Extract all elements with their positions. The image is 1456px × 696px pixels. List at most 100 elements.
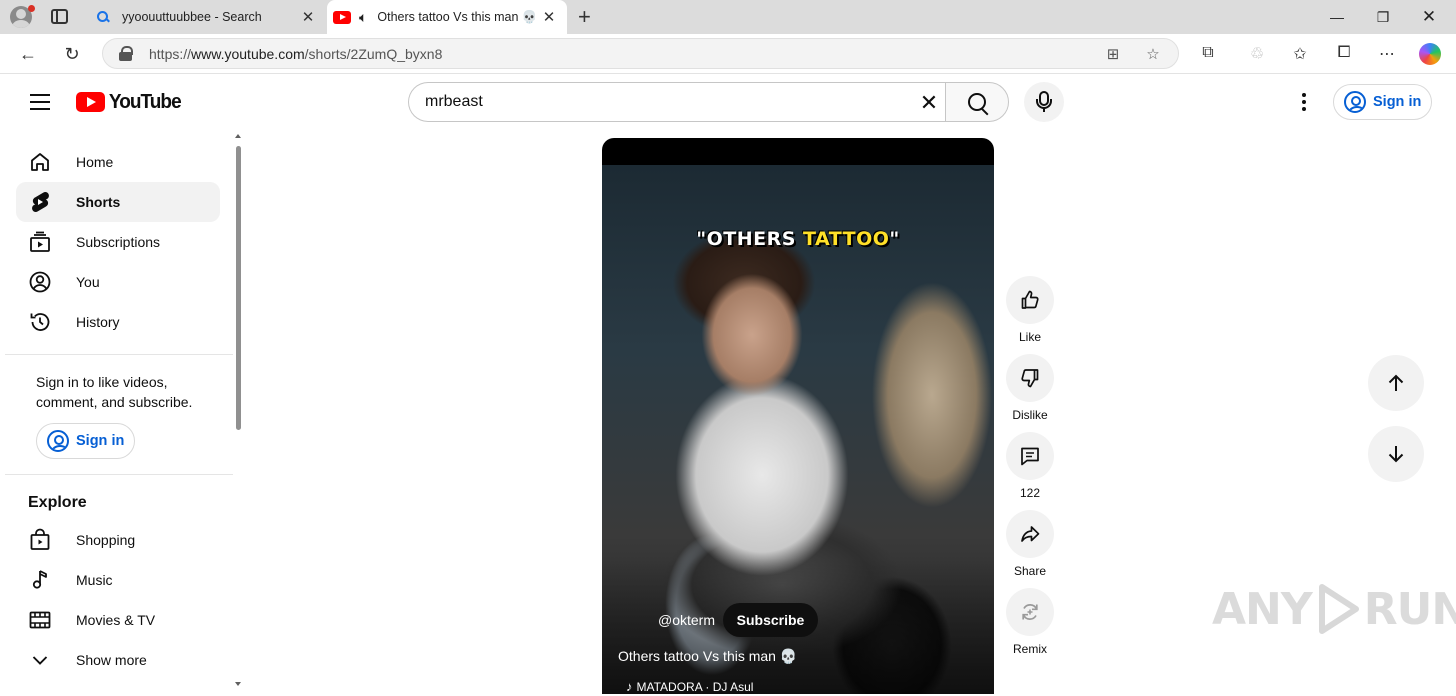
voice-search-button[interactable] <box>1024 82 1064 122</box>
search-input[interactable] <box>425 91 905 113</box>
scroll-up-arrow-icon[interactable] <box>235 134 241 138</box>
app-available-icon[interactable]: ⊞ <box>1103 45 1123 65</box>
sidebar-item-shopping[interactable]: Shopping <box>16 520 220 560</box>
minimize-icon[interactable]: — <box>1314 0 1360 34</box>
search-bar: ✕ <box>408 82 1009 122</box>
youtube-logo[interactable]: YouTube <box>76 90 183 114</box>
music-label: MATADORA · DJ Asul <box>636 679 754 694</box>
account-icon <box>47 430 69 452</box>
sidebar-item-label: You <box>76 274 100 290</box>
notification-dot <box>28 5 35 12</box>
header-sign-in-button[interactable]: Sign in <box>1333 84 1432 120</box>
sidebar-divider <box>5 354 233 355</box>
music-note-icon: ♪ <box>626 679 633 694</box>
sign-in-label: Sign in <box>76 433 125 449</box>
close-window-icon[interactable]: ✕ <box>1406 0 1452 34</box>
tab-close-icon[interactable]: ✕ <box>296 8 320 26</box>
settings-more-icon[interactable]: ⋯ <box>1376 44 1398 66</box>
channel-handle[interactable]: @okterm <box>658 612 715 628</box>
sidebar-divider <box>5 474 233 475</box>
tab-actions-icon[interactable] <box>51 9 68 24</box>
search-box[interactable]: ✕ <box>408 82 945 122</box>
copilot-icon[interactable] <box>1419 43 1441 65</box>
browser-essentials-icon[interactable]: ♲ <box>1246 44 1268 66</box>
sidebar-item-label: Home <box>76 154 114 170</box>
clear-search-icon[interactable]: ✕ <box>915 89 943 117</box>
share-label: Share <box>1013 564 1047 578</box>
watermark-text-right: RUN <box>1363 583 1456 635</box>
speaker-icon[interactable]: 🔈︎ <box>359 9 367 26</box>
tab-title: Others tattoo Vs this man 💀 <box>377 9 537 24</box>
account-icon <box>1344 91 1366 113</box>
url-text[interactable]: https://www.youtube.com/shorts/2ZumQ_byx… <box>149 46 442 62</box>
youtube-favicon-icon <box>333 10 351 24</box>
short-title[interactable]: Others tattoo Vs this man 💀 <box>618 648 797 665</box>
movies-icon <box>28 608 52 632</box>
sidebar-sign-in-button[interactable]: Sign in <box>36 423 135 459</box>
next-short-button[interactable] <box>1368 426 1424 482</box>
reload-icon[interactable]: ↻ <box>58 40 86 68</box>
more-options-icon[interactable] <box>1292 90 1316 114</box>
subscribe-button[interactable]: Subscribe <box>723 603 818 637</box>
share-arrow-icon <box>1021 526 1040 542</box>
tab-title: yyoouuttuubbee - Search <box>122 10 262 24</box>
scroll-down-arrow-icon[interactable] <box>235 682 241 686</box>
address-bar[interactable]: https://www.youtube.com/shorts/2ZumQ_byx… <box>102 38 1179 69</box>
watermark-play-icon <box>1318 584 1359 634</box>
sidebar-item-movies-tv[interactable]: Movies & TV <box>16 600 220 640</box>
restore-icon[interactable]: ❐ <box>1360 0 1406 34</box>
history-icon <box>28 310 52 334</box>
music-link[interactable]: ♪ MATADORA · DJ Asul <box>626 679 753 694</box>
sign-in-prompt: Sign in to like videos, comment, and sub… <box>36 374 193 410</box>
sidebar-item-shorts[interactable]: Shorts <box>16 182 220 222</box>
caption-highlight: TATTOO <box>803 228 890 250</box>
sidebar-item-subscriptions[interactable]: Subscriptions <box>16 222 220 262</box>
back-icon[interactable]: ← <box>14 40 42 68</box>
microphone-stand <box>1036 99 1052 112</box>
like-button[interactable] <box>1006 276 1054 324</box>
search-icon <box>967 92 989 114</box>
url-host: www.youtube.com <box>191 46 305 62</box>
shorts-player[interactable]: "OTHERS TATTOO" @okterm Subscribe Others… <box>602 138 994 694</box>
lock-icon[interactable] <box>119 46 133 61</box>
subscriptions-icon <box>28 230 52 254</box>
youtube-play-logo-icon <box>76 92 105 112</box>
collections-icon[interactable]: ⧠ <box>1333 44 1355 66</box>
youtube-header: YouTube ✕ Sign in <box>0 74 1456 130</box>
sidebar-scrollbar[interactable] <box>236 146 241 430</box>
favorites-icon[interactable]: ✩ <box>1289 44 1311 66</box>
music-icon <box>28 568 52 592</box>
sidebar-item-show-more[interactable]: Show more <box>16 640 220 680</box>
comment-count: 122 <box>1019 486 1041 500</box>
favorite-star-icon[interactable]: ☆ <box>1143 45 1163 65</box>
new-tab-icon[interactable]: + <box>578 4 591 30</box>
sidebar-item-label: Show more <box>76 652 147 668</box>
sidebar-item-music[interactable]: Music <box>16 560 220 600</box>
menu-icon[interactable] <box>30 94 50 110</box>
chevron-down-icon <box>28 648 52 672</box>
sign-in-label: Sign in <box>1373 94 1422 110</box>
sidebar: Home Shorts Subscriptions You History Si… <box>0 130 244 696</box>
search-button[interactable] <box>945 82 1009 122</box>
comments-button[interactable] <box>1006 432 1054 480</box>
sidebar-item-you[interactable]: You <box>16 262 220 302</box>
share-button[interactable] <box>1006 510 1054 558</box>
remix-button[interactable] <box>1006 588 1054 636</box>
sidebar-item-history[interactable]: History <box>16 302 220 342</box>
extensions-icon[interactable]: ⧉ <box>1197 44 1219 66</box>
thumbs-up-icon <box>1021 290 1039 309</box>
dislike-label: Dislike <box>1012 408 1048 422</box>
sidebar-item-label: Movies & TV <box>76 612 156 628</box>
watermark-text-left: ANY <box>1212 583 1313 635</box>
sidebar-item-label: Shopping <box>76 532 136 548</box>
tab-close-icon[interactable]: ✕ <box>537 8 561 26</box>
sidebar-item-home[interactable]: Home <box>16 142 220 182</box>
tab-search[interactable]: yyoouuttuubbee - Search ✕ <box>88 0 326 34</box>
like-label: Like <box>1018 330 1041 344</box>
dislike-action: Dislike <box>1006 354 1054 422</box>
dislike-button[interactable] <box>1006 354 1054 402</box>
share-action: Share <box>1006 510 1054 578</box>
url-prefix: https:// <box>149 46 192 62</box>
tab-youtube-short[interactable]: 🔈︎ Others tattoo Vs this man 💀 ✕ <box>327 0 567 34</box>
previous-short-button[interactable] <box>1368 355 1424 411</box>
